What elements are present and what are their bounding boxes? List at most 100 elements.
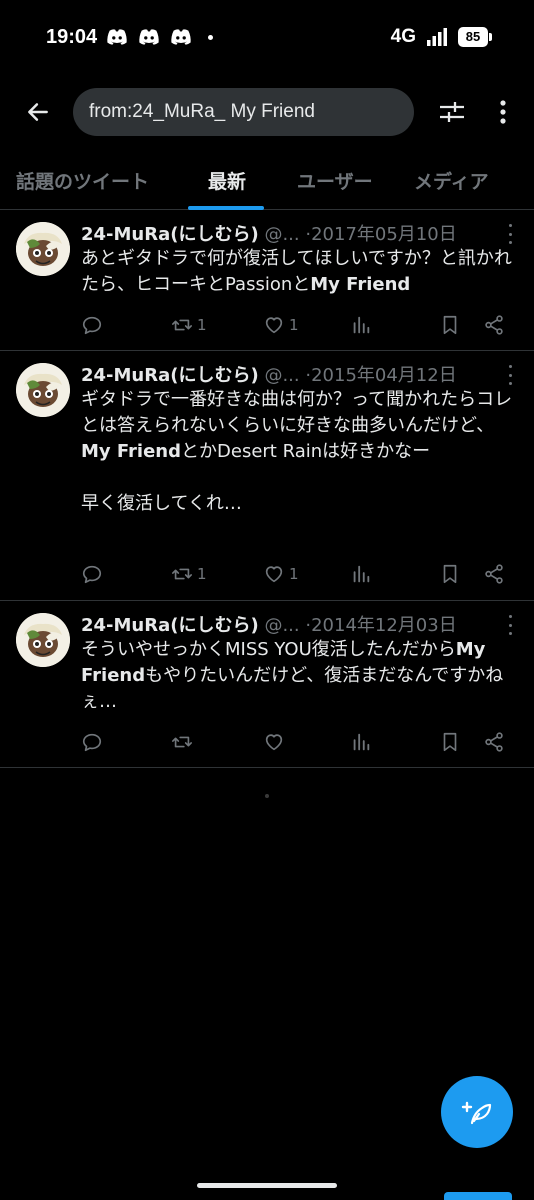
like-button[interactable]: 1 [263,310,299,340]
tab-media[interactable]: メディア [414,152,489,209]
avatar-image [16,613,70,667]
retweet-icon [172,319,192,331]
tweet-text-part: もやりたいんだけど、復活まだなんですかねぇ… [81,665,504,712]
analytics-icon [353,316,370,334]
discord-icon [139,29,159,45]
search-tabs: 話題のツイート 最新 ユーザー メディア [0,152,534,210]
tweet-text-part: あとギタドラで何が復活してほしいですか？と訊かれたら、ヒコーキとPassionと [81,248,512,295]
search-query: from:24_MuRa_ My Friend [89,101,315,122]
share-button[interactable] [483,559,505,589]
back-button[interactable] [18,92,58,132]
battery-indicator: 85 [458,27,492,47]
analytics-icon [353,565,370,583]
analytics-icon [353,733,370,751]
search-header: from:24_MuRa_ My Friend [0,80,534,144]
user-handle: @... [264,365,300,386]
status-bar: 19:04 4G 85 [0,0,534,74]
highlight-term: My Friend [81,441,182,462]
retweet-count: 1 [197,565,207,583]
analytics-button[interactable] [350,310,372,340]
tweet[interactable]: 24-MuRa(にしむら) @... ·2014年12月03日 そういやせっかく… [0,601,534,768]
bookmark-icon [443,315,457,335]
more-notifications-dot [208,34,213,40]
tweet-menu-button[interactable] [504,365,516,385]
display-name[interactable]: 24-MuRa(にしむら) [81,224,259,245]
analytics-button[interactable] [350,559,372,589]
tweet-actions: 1 1 [81,559,518,589]
compose-tweet-button[interactable] [441,1076,513,1148]
tweet-text: あとギタドラで何が復活してほしいですか？と訊かれたら、ヒコーキとPassionと… [81,246,518,298]
heart-icon [265,317,283,334]
signal-icon [427,28,447,46]
bookmark-icon [443,564,457,584]
tweet-actions [81,727,518,757]
heart-icon [265,734,283,751]
reply-icon [82,565,102,584]
compose-feather-icon [461,1101,492,1125]
share-button[interactable] [483,310,505,340]
bookmark-button[interactable] [439,559,461,589]
retweet-icon [172,736,192,748]
highlight-term: My Friend [310,274,411,295]
tweet-actions: 1 1 [81,310,518,340]
tweet-text: ギタドラで一番好きな曲は何か？って聞かれたらコレとは答えられないくらいに好きな曲… [81,387,518,517]
like-button[interactable] [263,727,289,757]
reply-button[interactable] [81,559,107,589]
tweet[interactable]: 24-MuRa(にしむら) @... ·2015年04月12日 ギタドラで一番好… [0,351,534,601]
tab-latest[interactable]: 最新 [208,152,246,209]
retweet-button[interactable]: 1 [171,559,207,589]
network-type: 4G [390,26,416,47]
loading-indicator [265,794,269,798]
tweet-header: 24-MuRa(にしむら) @... ·2015年04月12日 [81,361,518,387]
tweet-text: そういやせっかくMISS YOU復活したんだからMy Friendもやりたいんだ… [81,637,518,715]
tweet-menu-button[interactable] [504,615,516,635]
retweet-button[interactable]: 1 [171,310,207,340]
bookmark-button[interactable] [439,727,461,757]
user-handle: @... [264,615,300,636]
tweet-date[interactable]: 2014年12月03日 [311,615,457,636]
reply-icon [82,316,102,335]
avatar[interactable] [16,363,70,417]
like-count: 1 [289,565,299,583]
analytics-button[interactable] [350,727,372,757]
tweet-date[interactable]: 2015年04月12日 [311,365,457,386]
sliders-icon [440,102,464,122]
avatar-image [16,363,70,417]
reply-button[interactable] [81,727,107,757]
search-filter-button[interactable] [432,92,472,132]
display-name[interactable]: 24-MuRa(にしむら) [81,615,259,636]
share-icon [485,564,503,584]
discord-icon [107,29,127,45]
display-name[interactable]: 24-MuRa(にしむら) [81,365,259,386]
reply-button[interactable] [81,310,107,340]
retweet-button[interactable] [171,727,197,757]
share-icon [485,315,503,335]
back-arrow-icon [28,103,48,121]
tweet-header: 24-MuRa(にしむら) @... ·2014年12月03日 [81,611,518,637]
share-button[interactable] [483,727,505,757]
avatar[interactable] [16,222,70,276]
tweet[interactable]: 24-MuRa(にしむら) @... ·2017年05月10日 あとギタドラで何… [0,210,534,351]
tab-users[interactable]: ユーザー [297,152,373,209]
tab-top[interactable]: 話題のツイート [16,152,149,209]
bookmark-icon [443,732,457,752]
search-input[interactable]: from:24_MuRa_ My Friend [73,88,414,136]
bookmark-button[interactable] [439,310,461,340]
tweet-header: 24-MuRa(にしむら) @... ·2017年05月10日 [81,220,518,246]
user-handle: @... [264,224,300,245]
like-count: 1 [289,316,299,334]
reply-icon [82,733,102,752]
retweet-count: 1 [197,316,207,334]
gesture-home-bar[interactable] [197,1183,337,1188]
avatar-image [16,222,70,276]
tweet-date[interactable]: 2017年05月10日 [311,224,457,245]
like-button[interactable]: 1 [263,559,299,589]
tweet-menu-button[interactable] [504,224,516,244]
bottom-nav-edge [444,1192,512,1200]
more-options-button[interactable] [488,92,518,132]
notification-icons [106,28,213,46]
avatar[interactable] [16,613,70,667]
heart-icon [265,566,283,583]
retweet-icon [172,568,192,580]
tweet-text-part: ギタドラで一番好きな曲は何か？って聞かれたらコレとは答えられないくらいに好きな曲… [81,389,513,436]
